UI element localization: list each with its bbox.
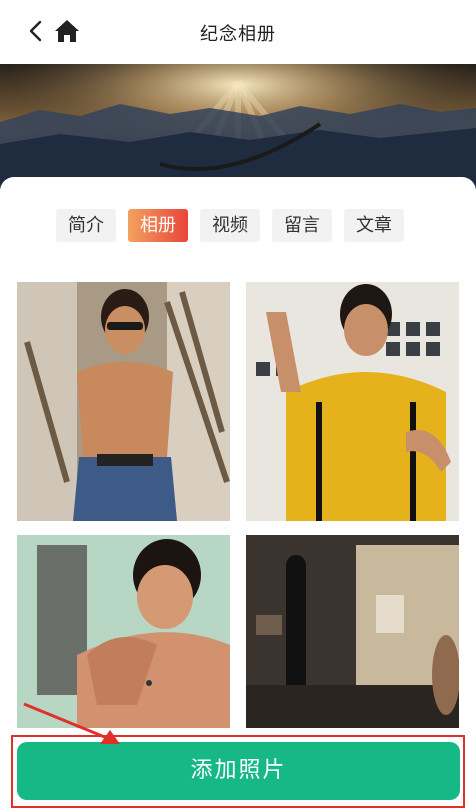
photo-image [246, 535, 459, 735]
photo-image [246, 282, 459, 521]
tab-messages[interactable]: 留言 [272, 209, 332, 242]
photo-image [17, 282, 230, 521]
top-nav-bar: 纪念相册 [0, 0, 476, 64]
bottom-action-bar: 添加照片 [0, 728, 476, 812]
photo-image [17, 535, 230, 735]
album-photo[interactable] [17, 535, 230, 735]
album-photo[interactable] [246, 282, 459, 521]
content-card: 简介 相册 视频 留言 文章 [0, 177, 476, 812]
album-photo[interactable] [17, 282, 230, 521]
tab-video[interactable]: 视频 [200, 209, 260, 242]
tab-bar: 简介 相册 视频 留言 文章 [56, 209, 404, 242]
tab-articles[interactable]: 文章 [344, 209, 404, 242]
album-photo[interactable] [246, 535, 459, 735]
tab-intro[interactable]: 简介 [56, 209, 116, 242]
memorial-album-page: 纪念相册 简介 相册 视频 留言 文章 添加照片 [0, 0, 476, 812]
add-photo-button[interactable]: 添加照片 [17, 742, 460, 800]
tab-album[interactable]: 相册 [128, 209, 188, 242]
page-title: 纪念相册 [200, 24, 276, 45]
